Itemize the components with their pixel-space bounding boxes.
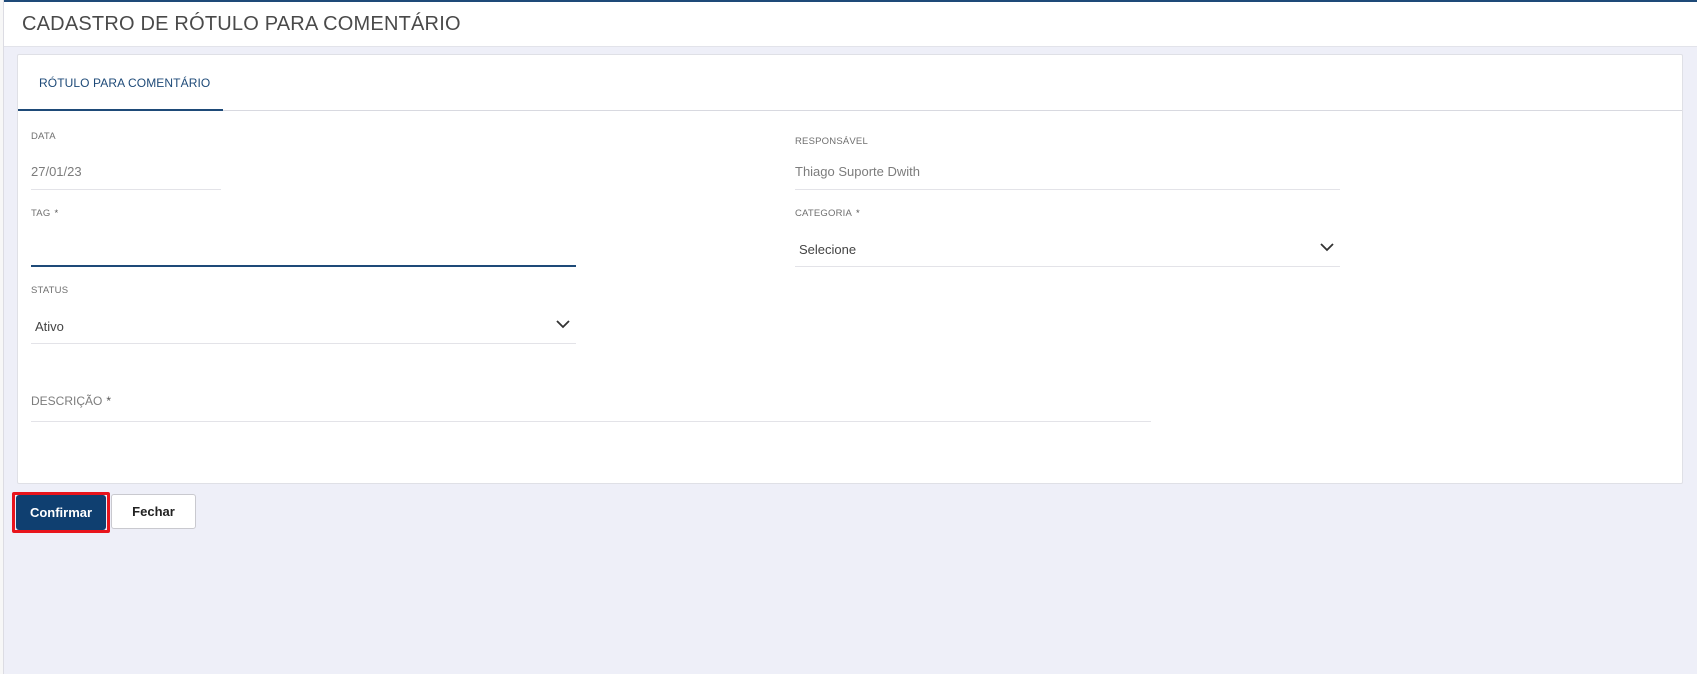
tag-field[interactable]: TAG * [31, 208, 576, 268]
category-label: CATEGORIA * [795, 208, 860, 219]
description-required-mark: * [106, 394, 112, 408]
chevron-down-icon[interactable] [555, 319, 571, 329]
page-header: CADASTRO DE RÓTULO PARA COMENTÁRIO [4, 0, 1697, 47]
form-card: RÓTULO PARA COMENTÁRIO DATA 27/01/23 RES… [17, 54, 1683, 484]
date-underline [31, 189, 221, 190]
tag-input[interactable] [31, 238, 576, 260]
date-value: 27/01/23 [31, 164, 82, 179]
description-field[interactable]: DESCRIÇÃO * [31, 394, 1151, 424]
status-label: STATUS [31, 285, 69, 296]
description-underline [31, 421, 1151, 422]
responsible-underline [795, 189, 1340, 190]
tab-label: RÓTULO PARA COMENTÁRIO [39, 76, 211, 90]
left-edge-strip [0, 0, 4, 674]
close-button[interactable]: Fechar [111, 494, 196, 529]
responsible-value: Thiago Suporte Dwith [795, 164, 921, 179]
confirm-button[interactable]: Confirmar [16, 495, 106, 530]
app-window: CADASTRO DE RÓTULO PARA COMENTÁRIO RÓTUL… [0, 0, 1697, 674]
responsible-field: RESPONSÁVEL Thiago Suporte Dwith [795, 136, 1340, 192]
chevron-down-icon[interactable] [1319, 242, 1335, 252]
description-label: DESCRIÇÃO * [31, 394, 112, 408]
page-title: CADASTRO DE RÓTULO PARA COMENTÁRIO [22, 13, 461, 35]
tab-rotulo-comentario[interactable]: RÓTULO PARA COMENTÁRIO [18, 55, 223, 111]
status-underline [31, 343, 576, 344]
tab-bar: RÓTULO PARA COMENTÁRIO [18, 55, 1682, 111]
responsible-label: RESPONSÁVEL [795, 136, 868, 147]
category-select[interactable]: CATEGORIA * Selecione [795, 208, 1340, 268]
date-label: DATA [31, 131, 56, 142]
date-field: DATA 27/01/23 [31, 131, 221, 191]
category-selected-value: Selecione [799, 242, 857, 257]
tag-required-mark: * [54, 208, 59, 219]
status-select[interactable]: STATUS Ativo [31, 285, 576, 345]
tag-underline [31, 265, 576, 267]
category-underline [795, 266, 1340, 267]
tag-label: TAG * [31, 208, 59, 219]
category-required-mark: * [856, 208, 860, 219]
status-selected-value: Ativo [35, 319, 64, 334]
